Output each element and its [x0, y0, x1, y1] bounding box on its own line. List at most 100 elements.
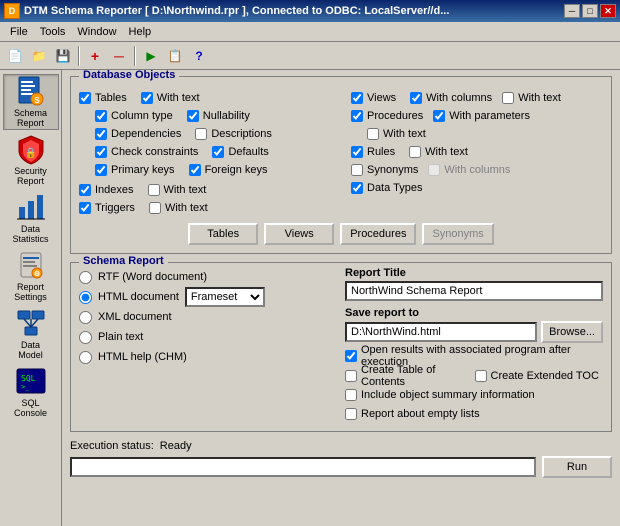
- synonyms-button[interactable]: Synonyms: [422, 223, 493, 245]
- report-title-section: Report Title Save report to Browse... Op…: [345, 267, 603, 423]
- report-button[interactable]: 📋: [164, 45, 186, 67]
- triggers-checkbox[interactable]: [79, 202, 91, 214]
- data-types-checkbox[interactable]: [351, 182, 363, 194]
- data-model-icon: [15, 307, 47, 339]
- browse-button[interactable]: Browse...: [541, 321, 603, 343]
- data-statistics-icon: [15, 191, 47, 223]
- proc-with-text-checkbox[interactable]: [367, 128, 379, 140]
- synonyms-checkbox[interactable]: [351, 164, 363, 176]
- tables-with-text-label: With text: [157, 92, 200, 104]
- menu-file[interactable]: File: [4, 24, 34, 40]
- rules-checkbox[interactable]: [351, 146, 363, 158]
- rules-with-text-checkbox[interactable]: [409, 146, 421, 158]
- minimize-button[interactable]: ─: [564, 4, 580, 18]
- indexes-with-text-checkbox[interactable]: [148, 184, 160, 196]
- sidebar-label-data-stats: DataStatistics: [12, 225, 48, 245]
- database-objects-label: Database Objects: [79, 70, 179, 81]
- sidebar-label-sql-console: SQLConsole: [14, 399, 47, 419]
- open-button[interactable]: 📁: [28, 45, 50, 67]
- tables-label: Tables: [95, 92, 127, 104]
- xml-radio[interactable]: [79, 311, 92, 324]
- sidebar-label-data-model: DataModel: [18, 341, 43, 361]
- column-type-checkbox[interactable]: [95, 110, 107, 122]
- triggers-with-text-checkbox[interactable]: [149, 202, 161, 214]
- menu-window[interactable]: Window: [71, 24, 122, 40]
- window-title: DTM Schema Reporter [ D:\Northwind.rpr ]…: [24, 5, 449, 17]
- title-bar: D DTM Schema Reporter [ D:\Northwind.rpr…: [0, 0, 620, 22]
- descriptions-checkbox[interactable]: [195, 128, 207, 140]
- views-checkbox[interactable]: [351, 92, 363, 104]
- svg-text:⚙: ⚙: [33, 270, 39, 278]
- add-button[interactable]: +: [84, 45, 106, 67]
- maximize-button[interactable]: □: [582, 4, 598, 18]
- views-button[interactable]: Views: [264, 223, 334, 245]
- descriptions-label: Descriptions: [211, 128, 272, 140]
- sql-console-icon: SQL >_: [15, 365, 47, 397]
- chm-radio[interactable]: [79, 351, 92, 364]
- sidebar-item-schema-report[interactable]: S SchemaReport: [3, 74, 59, 130]
- nullability-checkbox[interactable]: [187, 110, 199, 122]
- views-with-text-checkbox[interactable]: [502, 92, 514, 104]
- rtf-label: RTF (Word document): [98, 271, 207, 283]
- foreign-keys-label: Foreign keys: [205, 164, 268, 176]
- sidebar-item-security-report[interactable]: 🔒 SecurityReport: [3, 132, 59, 188]
- column-type-label: Column type: [111, 110, 173, 122]
- procedures-button[interactable]: Procedures: [340, 223, 416, 245]
- dependencies-checkbox[interactable]: [95, 128, 107, 140]
- database-objects-group: Database Objects Tables With text Column…: [70, 76, 612, 254]
- xml-label: XML document: [98, 311, 172, 323]
- tables-with-text-checkbox[interactable]: [141, 92, 153, 104]
- run-button[interactable]: Run: [542, 456, 612, 478]
- db-buttons-row: Tables Views Procedures Synonyms: [79, 223, 603, 245]
- close-button[interactable]: ✕: [600, 4, 616, 18]
- report-format-section: RTF (Word document) HTML document Frames…: [79, 267, 337, 423]
- create-extended-toc-checkbox[interactable]: [475, 370, 487, 382]
- check-constraints-checkbox[interactable]: [95, 146, 107, 158]
- rtf-radio[interactable]: [79, 271, 92, 284]
- procedures-checkbox[interactable]: [351, 110, 363, 122]
- sidebar-item-data-model[interactable]: DataModel: [3, 306, 59, 362]
- views-with-columns-checkbox[interactable]: [410, 92, 422, 104]
- create-extended-toc-label: Create Extended TOC: [491, 370, 599, 382]
- help-button[interactable]: ?: [188, 45, 210, 67]
- frameset-select[interactable]: Frameset Single None: [185, 287, 265, 307]
- html-label: HTML document: [98, 291, 179, 303]
- new-button[interactable]: 📄: [4, 45, 26, 67]
- proc-with-params-checkbox[interactable]: [433, 110, 445, 122]
- dependencies-label: Dependencies: [111, 128, 181, 140]
- remove-button[interactable]: ─: [108, 45, 130, 67]
- main-layout: S SchemaReport 🔒 SecurityReport: [0, 70, 620, 526]
- txt-radio[interactable]: [79, 331, 92, 344]
- execution-input[interactable]: [70, 457, 536, 477]
- create-toc-checkbox[interactable]: [345, 370, 357, 382]
- save-path-input[interactable]: [345, 322, 537, 342]
- run-toolbar-button[interactable]: ▶: [140, 45, 162, 67]
- report-title-input[interactable]: [345, 281, 603, 301]
- security-report-icon: 🔒: [15, 133, 47, 165]
- txt-label: Plain text: [98, 331, 143, 343]
- sidebar-item-data-statistics[interactable]: DataStatistics: [3, 190, 59, 246]
- html-radio[interactable]: [79, 291, 92, 304]
- chm-label: HTML help (CHM): [98, 351, 187, 363]
- defaults-label: Defaults: [228, 146, 268, 158]
- include-summary-checkbox[interactable]: [345, 389, 357, 401]
- report-empty-checkbox[interactable]: [345, 408, 357, 420]
- menu-tools[interactable]: Tools: [34, 24, 72, 40]
- sidebar-item-report-settings[interactable]: ⚙ ReportSettings: [3, 248, 59, 304]
- toolbar-separator-1: [78, 46, 80, 66]
- svg-text:>_: >_: [21, 383, 30, 391]
- tables-checkbox[interactable]: [79, 92, 91, 104]
- tables-button[interactable]: Tables: [188, 223, 258, 245]
- foreign-keys-checkbox[interactable]: [189, 164, 201, 176]
- synonyms-with-columns-checkbox[interactable]: [428, 164, 440, 176]
- sidebar-item-sql-console[interactable]: SQL >_ SQLConsole: [3, 364, 59, 420]
- open-results-checkbox[interactable]: [345, 350, 357, 362]
- defaults-checkbox[interactable]: [212, 146, 224, 158]
- indexes-checkbox[interactable]: [79, 184, 91, 196]
- menu-help[interactable]: Help: [123, 24, 158, 40]
- save-report-label: Save report to: [345, 307, 603, 319]
- triggers-label: Triggers: [95, 202, 135, 214]
- primary-keys-checkbox[interactable]: [95, 164, 107, 176]
- proc-with-params-label: With parameters: [449, 110, 530, 122]
- save-button[interactable]: 💾: [52, 45, 74, 67]
